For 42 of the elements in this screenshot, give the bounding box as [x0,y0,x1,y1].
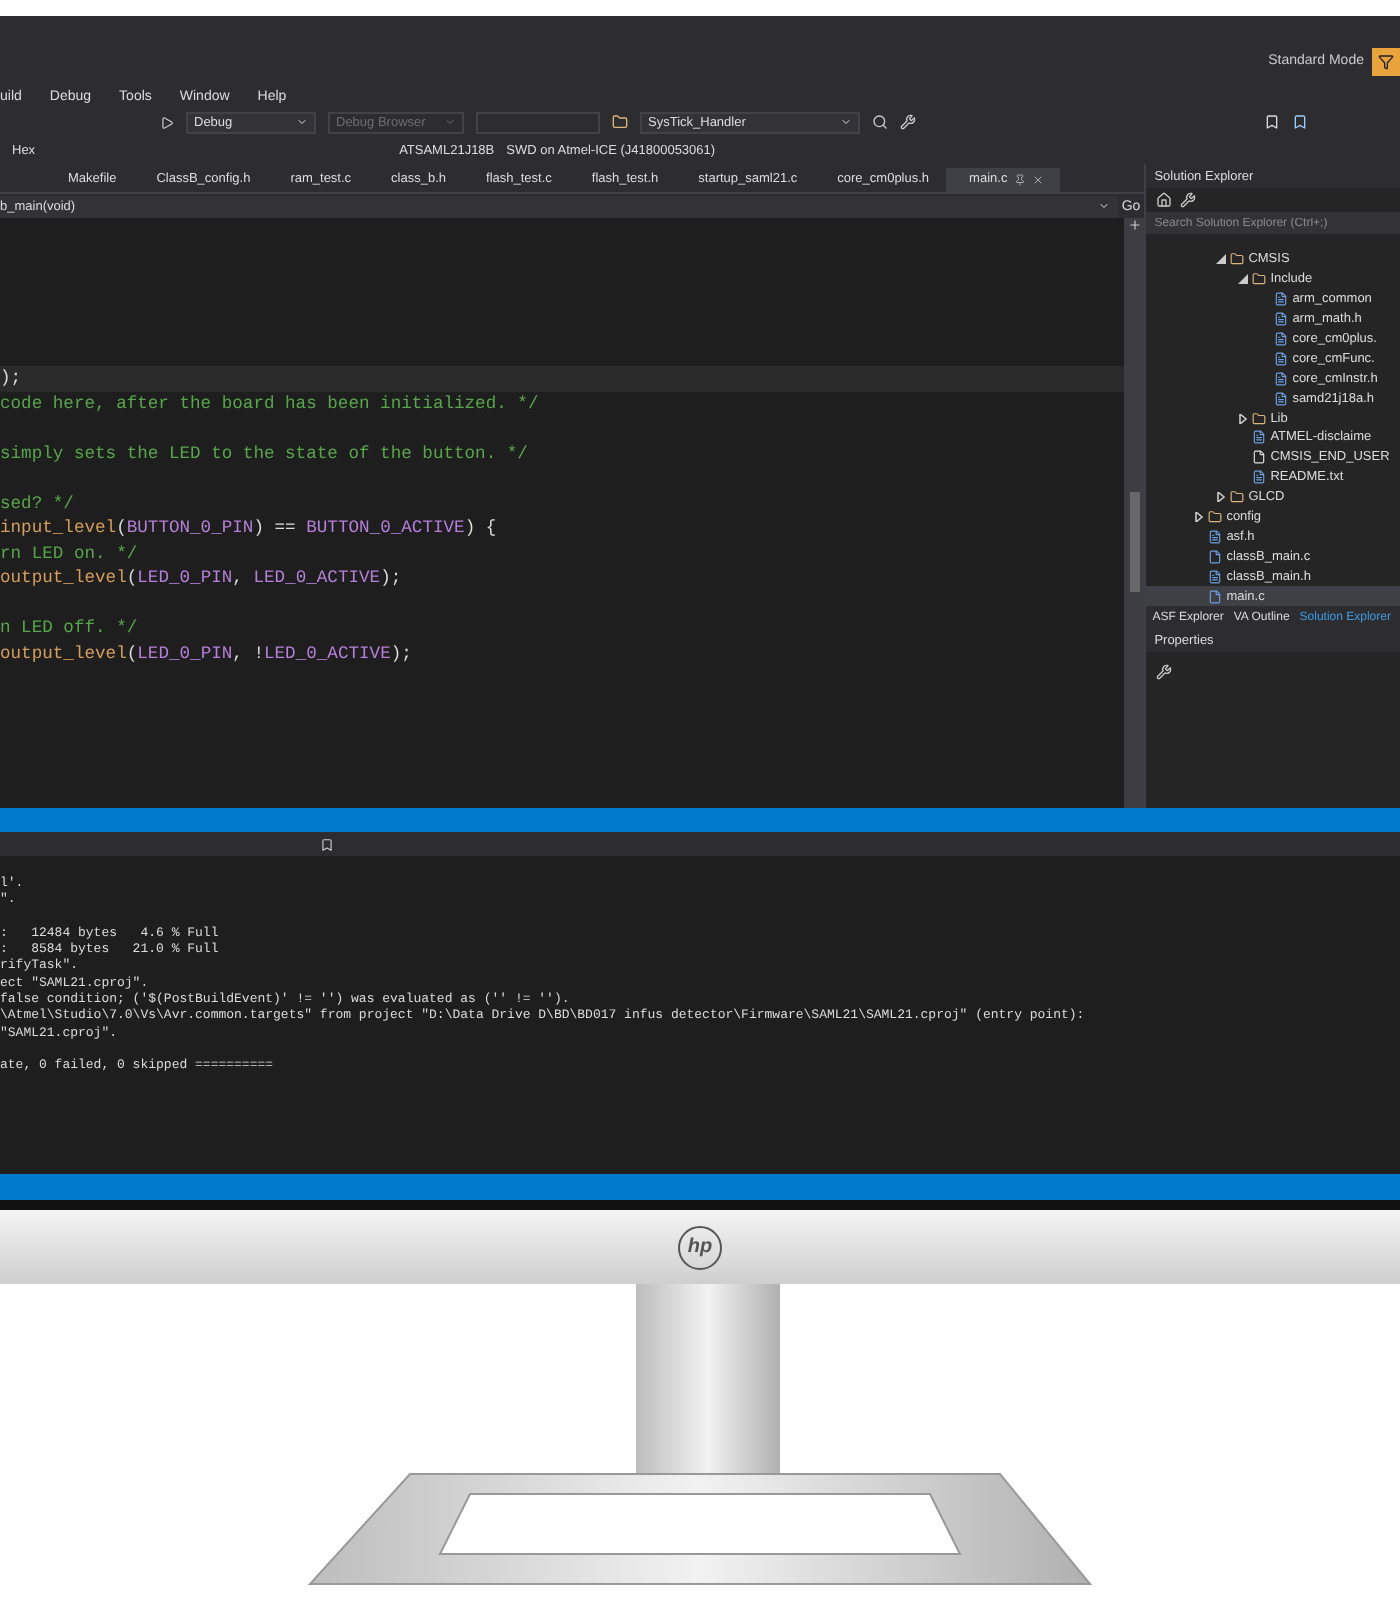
search-icon[interactable] [872,114,888,130]
scrollbar[interactable] [1124,218,1145,808]
code-line: output_level(LED_0_PIN, LED_0_ACTIVE); [0,566,404,591]
bookmark-icon[interactable] [320,837,334,851]
wrench-icon[interactable] [900,114,916,130]
folder-icon[interactable] [612,114,628,130]
caret-icon[interactable] [840,116,852,128]
caret-icon[interactable] [1097,200,1110,212]
close-icon[interactable] [1031,173,1044,185]
code-line: output_level(LED_0_PIN, !LED_0_ACTIVE); [0,641,414,666]
filter-icon[interactable] [1372,48,1400,76]
file-icon[interactable] [1208,549,1223,564]
home-icon[interactable] [1156,192,1173,208]
folder-icon[interactable] [1230,490,1245,505]
code-line: sed? */ [0,491,76,516]
file-icon[interactable] [1274,371,1289,386]
plus-icon[interactable] [1127,218,1142,232]
file-icon[interactable] [1274,332,1289,346]
folder-icon[interactable] [1208,510,1223,525]
code-line: simply sets the LED to the state of the button. */ [0,441,530,466]
wrench-icon[interactable] [1156,664,1173,681]
pin-icon[interactable] [1013,173,1026,185]
code-line: rn LED on. */ [0,541,140,566]
code-line: n LED off. */ [0,616,140,641]
code-line: code here, after the board has been initialized. */ [0,391,541,416]
play-icon[interactable] [160,115,174,129]
folder-icon[interactable] [1252,411,1267,426]
expand-arrow-icon[interactable] [1238,413,1249,424]
file-icon[interactable] [1252,430,1267,445]
file-icon[interactable] [1208,569,1223,584]
file-icon[interactable] [1274,351,1289,366]
file-icon[interactable] [1274,312,1289,327]
file-icon[interactable] [1252,470,1267,485]
file-icon[interactable] [1274,292,1289,307]
code-line: input_level(BUTTON_0_PIN) == BUTTON_0_ACTIVE) { [0,516,499,541]
wrench-icon[interactable] [1180,192,1197,208]
folder-icon[interactable] [1230,252,1245,267]
folder-icon[interactable] [1252,272,1267,287]
caret-icon[interactable] [296,116,308,128]
logo: hp [678,1225,722,1269]
file-icon[interactable] [1274,391,1289,406]
file-icon[interactable] [1208,529,1223,544]
